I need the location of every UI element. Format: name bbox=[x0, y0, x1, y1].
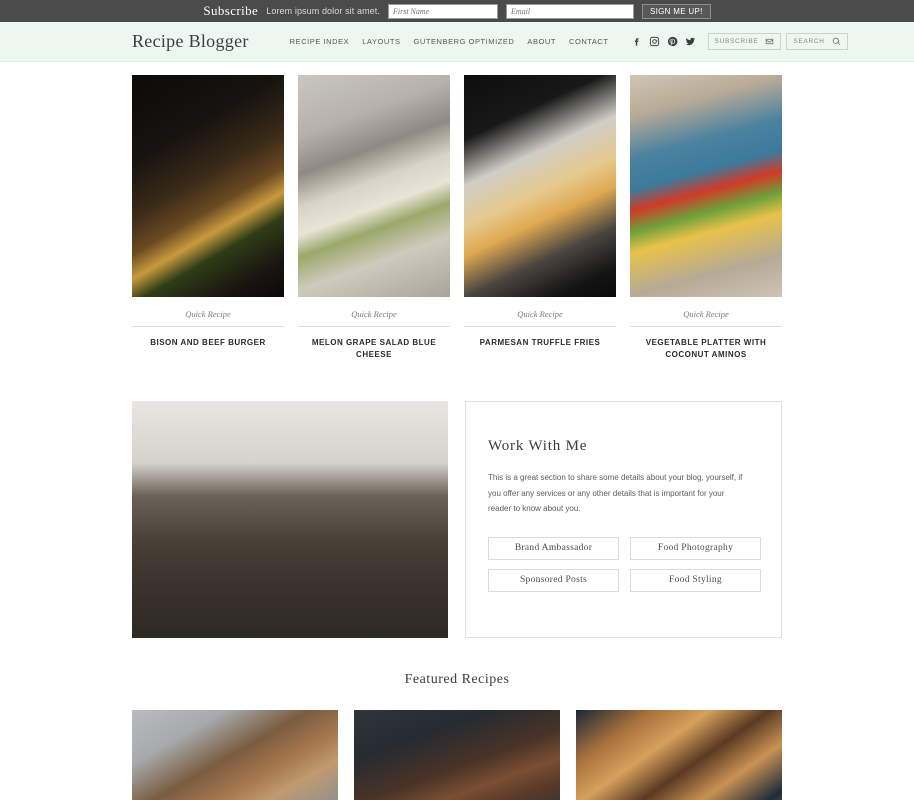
recipe-title[interactable]: PARMESAN TRUFFLE FRIES bbox=[464, 327, 616, 349]
work-with-me-text: This is a great section to share some de… bbox=[488, 473, 743, 514]
email-input[interactable] bbox=[505, 3, 634, 19]
subscribe-description: Lorem ipsum dolor sit amet. bbox=[266, 6, 380, 16]
envelope-icon bbox=[766, 38, 774, 45]
author-portrait-image[interactable] bbox=[132, 401, 448, 639]
nav-item-contact[interactable]: CONTACT bbox=[569, 37, 609, 46]
nav-item-gutenberg-optimized[interactable]: GUTENBERG OPTIMIZED bbox=[414, 37, 515, 46]
recipe-title[interactable]: BISON AND BEEF BURGER bbox=[132, 327, 284, 349]
recipe-title[interactable]: VEGETABLE PLATTER WITH COCONUT AMINOS bbox=[630, 327, 782, 360]
work-with-me-card: Work With Me This is a great section to … bbox=[465, 401, 782, 639]
instagram-icon[interactable] bbox=[649, 36, 660, 47]
site-header: Recipe Blogger RECIPE INDEX LAYOUTS GUTE… bbox=[0, 22, 914, 62]
brand-ambassador-button[interactable]: Brand Ambassador bbox=[488, 536, 619, 560]
nav-item-layouts[interactable]: LAYOUTS bbox=[362, 37, 400, 46]
search-icon bbox=[832, 37, 840, 46]
food-styling-button[interactable]: Food Styling bbox=[630, 568, 761, 592]
facebook-icon[interactable] bbox=[631, 36, 642, 47]
featured-image-chocolate-popsicles[interactable] bbox=[132, 710, 338, 800]
sign-me-up-button[interactable]: SIGN ME UP! bbox=[641, 3, 711, 19]
pinterest-icon[interactable] bbox=[667, 36, 678, 47]
recipe-card: Quick Recipe VEGETABLE PLATTER WITH COCO… bbox=[630, 75, 782, 360]
sponsored-posts-button[interactable]: Sponsored Posts bbox=[488, 568, 619, 592]
work-with-me-title: Work With Me bbox=[488, 438, 588, 455]
nav-item-recipe-index[interactable]: RECIPE INDEX bbox=[290, 37, 350, 46]
recipe-category[interactable]: Quick Recipe bbox=[132, 297, 284, 327]
header-subscribe-label: SUBSCRIBE bbox=[714, 38, 759, 45]
recipe-image-salad[interactable] bbox=[298, 75, 450, 297]
recipe-title[interactable]: MELON GRAPE SALAD BLUE CHEESE bbox=[298, 327, 450, 360]
twitter-icon[interactable] bbox=[685, 36, 696, 47]
main-navigation: RECIPE INDEX LAYOUTS GUTENBERG OPTIMIZED… bbox=[290, 37, 609, 46]
recipe-image-vegetable-platter[interactable] bbox=[630, 75, 782, 297]
recipe-card: Quick Recipe MELON GRAPE SALAD BLUE CHEE… bbox=[298, 75, 450, 360]
recipe-image-fries[interactable] bbox=[464, 75, 616, 297]
subscribe-topbar: Subscribe Lorem ipsum dolor sit amet. SI… bbox=[0, 0, 914, 22]
first-name-input[interactable] bbox=[387, 3, 498, 19]
recipe-grid: Quick Recipe BISON AND BEEF BURGER Quick… bbox=[132, 62, 782, 360]
recipe-card: Quick Recipe BISON AND BEEF BURGER bbox=[132, 75, 284, 360]
recipe-category[interactable]: Quick Recipe bbox=[630, 297, 782, 327]
recipe-category[interactable]: Quick Recipe bbox=[464, 297, 616, 327]
nav-item-about[interactable]: ABOUT bbox=[527, 37, 556, 46]
food-photography-button[interactable]: Food Photography bbox=[630, 536, 761, 560]
featured-image-cinnamon-rolls[interactable] bbox=[576, 710, 782, 800]
recipe-category[interactable]: Quick Recipe bbox=[298, 297, 450, 327]
recipe-image-burger[interactable] bbox=[132, 75, 284, 297]
featured-image-hot-chocolate[interactable] bbox=[354, 710, 560, 800]
recipe-card: Quick Recipe PARMESAN TRUFFLE FRIES bbox=[464, 75, 616, 360]
featured-recipes-grid bbox=[132, 688, 782, 800]
work-with-me-buttons: Brand Ambassador Food Photography Sponso… bbox=[488, 517, 761, 592]
header-subscribe-button[interactable]: SUBSCRIBE bbox=[707, 33, 782, 50]
featured-recipes-heading: Featured Recipes bbox=[404, 672, 510, 688]
header-search-field[interactable]: SEARCH bbox=[786, 33, 848, 50]
header-search-label: SEARCH bbox=[793, 38, 825, 45]
main-content: Quick Recipe BISON AND BEEF BURGER Quick… bbox=[0, 62, 914, 800]
site-logo[interactable]: Recipe Blogger bbox=[132, 31, 249, 52]
work-with-me-section: Work With Me This is a great section to … bbox=[132, 360, 782, 639]
social-links bbox=[631, 36, 696, 47]
subscribe-title: Subscribe bbox=[203, 3, 259, 18]
